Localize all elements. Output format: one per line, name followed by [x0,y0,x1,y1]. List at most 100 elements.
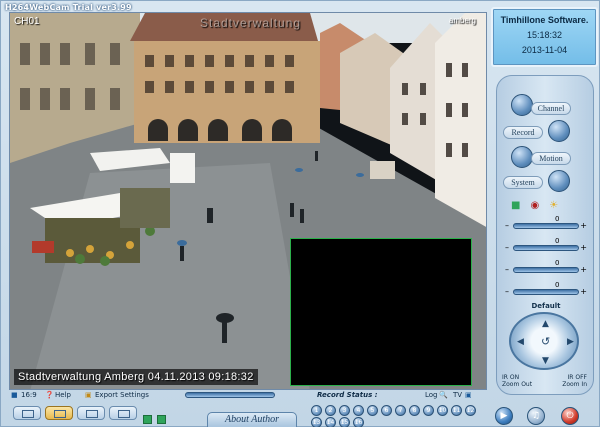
clock-date: 2013-11-04 [521,45,568,55]
channel-5-button[interactable]: 5 [367,405,378,416]
control-panel: Channel Record Motion System ■ ◉ ☀ 0 – +… [496,75,594,395]
volume-slider[interactable] [185,392,275,398]
aspect-icon[interactable]: ■ [11,391,18,399]
channel-7-button[interactable]: 7 [395,405,406,416]
minus-icon[interactable]: – [505,266,509,274]
plus-icon[interactable]: + [580,244,587,252]
slider-track[interactable] [513,223,579,229]
watermark-text: Stadtverwaltung [200,16,302,30]
contrast-value: 0 [555,237,560,245]
layout-16-button[interactable] [109,406,137,420]
minus-icon[interactable]: – [505,222,509,230]
contrast-slider[interactable]: 0 – + [505,237,587,256]
brightness-icon[interactable]: ☀ [549,200,558,212]
pan-right-icon[interactable]: ▶ [567,337,574,347]
help-icon[interactable]: ❓ [45,391,54,399]
channel-1-button[interactable]: 1 [311,405,322,416]
channel-14-button[interactable]: 14 [325,417,336,427]
channel-2-button[interactable]: 2 [325,405,336,416]
pan-down-icon[interactable]: ▼ [542,356,549,366]
motion-orb-button[interactable] [511,146,533,168]
system-orb-button[interactable] [548,170,570,192]
record-orb-button[interactable] [548,120,570,142]
channel-8-button[interactable]: 8 [409,405,420,416]
ir-off-group[interactable]: IR OFF Zoom In [562,374,587,388]
channel-4-button[interactable]: 4 [353,405,364,416]
channel-orb-button[interactable] [511,94,533,116]
pan-up-icon[interactable]: ▲ [542,319,549,329]
slider-track[interactable] [513,245,579,251]
minus-icon[interactable]: – [505,288,509,296]
ir-off-label: IR OFF [567,374,587,381]
camera-location-label: amberg [448,16,476,25]
channel-12-button[interactable]: 12 [465,405,476,416]
ir-on-group[interactable]: IR ON Zoom Out [502,374,532,388]
clock-time: 15:18:32 [526,30,563,40]
channel-16-button[interactable]: 16 [353,417,364,427]
export-settings-link[interactable]: Export Settings [95,391,149,399]
channel-label: CH01 [14,16,40,27]
ptz-control[interactable]: ▲ ▼ ◀ ▶ ↺ [509,312,579,370]
channel-13-button[interactable]: 13 [311,417,322,427]
record-status-label: Record Status : [317,391,378,399]
layout-9-button[interactable] [77,406,105,420]
plus-icon[interactable]: + [580,222,587,230]
system-button[interactable]: System [503,176,543,189]
app-window: H264WebCam Trial ver3.99 CH01 Stadtverwa… [0,0,600,427]
channel-9-button[interactable]: 9 [423,405,434,416]
power-button[interactable]: ⏻ [561,407,579,425]
slider-track[interactable] [513,289,579,295]
tv-icon[interactable]: ▣ [465,391,472,399]
channel-6-button[interactable]: 6 [381,405,392,416]
layout-1-button[interactable] [13,406,41,420]
capture-icon[interactable] [157,415,166,424]
default-button[interactable]: Default [497,302,595,310]
aspect-ratio-label[interactable]: 16:9 [21,391,37,399]
ptz-center-icon[interactable]: ↺ [541,335,550,348]
plus-icon[interactable]: + [580,266,587,274]
channel-11-button[interactable]: 11 [451,405,462,416]
record-button[interactable]: Record [503,126,543,139]
video-view[interactable]: CH01 Stadtverwaltung amberg Stadtverwalt… [9,12,487,390]
info-display: Timhillone Software. 15:18:32 2013-11-04 [491,7,598,67]
saturation-value: 0 [555,259,560,267]
channel-15-button[interactable]: 15 [339,417,350,427]
export-icon[interactable]: ▣ [85,391,92,399]
pan-left-icon[interactable]: ◀ [517,337,524,347]
channel-button[interactable]: Channel [531,102,571,115]
about-author-button[interactable]: About Author [207,412,297,427]
saturation-slider[interactable]: 0 – + [505,259,587,278]
right-panel: Timhillone Software. 15:18:32 2013-11-04… [491,5,598,425]
ir-on-label: IR ON [502,374,520,381]
channel-3-button[interactable]: 3 [339,405,350,416]
plus-icon[interactable]: + [580,288,587,296]
playback-controls: ▶ ♫ ⏻ [493,405,599,427]
help-link[interactable]: Help [55,391,71,399]
timestamp-overlay: Stadtverwaltung Amberg 04.11.2013 09:18:… [14,369,258,385]
log-link[interactable]: Log [425,391,438,399]
slider-track[interactable] [513,267,579,273]
minus-icon[interactable]: – [505,244,509,252]
motion-button[interactable]: Motion [531,152,571,165]
channel-numpad: 1 2 3 4 5 6 7 8 9 10 11 12 13 14 15 16 [311,405,487,427]
layout-4-button[interactable] [45,406,73,420]
eye-icon[interactable]: ◉ [530,200,539,212]
app-title: H264WebCam Trial ver3.99 [5,3,132,12]
tv-link[interactable]: TV [453,391,462,399]
secondary-channel-view[interactable] [290,238,472,386]
zoom-in-label: Zoom In [562,381,587,388]
channel-10-button[interactable]: 10 [437,405,448,416]
speaker-icon[interactable]: ♫ [527,407,545,425]
brightness-slider[interactable]: 0 – + [505,215,587,234]
brightness-value: 0 [555,215,560,223]
toolbar-status-line: ■ 16:9 ❓ Help ▣ Export Settings Record S… [9,391,487,401]
bottom-toolbar: ■ 16:9 ❓ Help ▣ Export Settings Record S… [9,391,487,427]
hue-slider[interactable]: 0 – + [505,281,587,300]
image-settings-icon[interactable]: ■ [511,200,520,212]
play-button[interactable]: ▶ [495,407,513,425]
search-icon[interactable]: 🔍 [439,391,448,399]
image-icons-row: ■ ◉ ☀ [511,200,581,212]
zoom-out-label: Zoom Out [502,381,533,388]
hue-value: 0 [555,281,560,289]
snapshot-icon[interactable] [143,415,152,424]
